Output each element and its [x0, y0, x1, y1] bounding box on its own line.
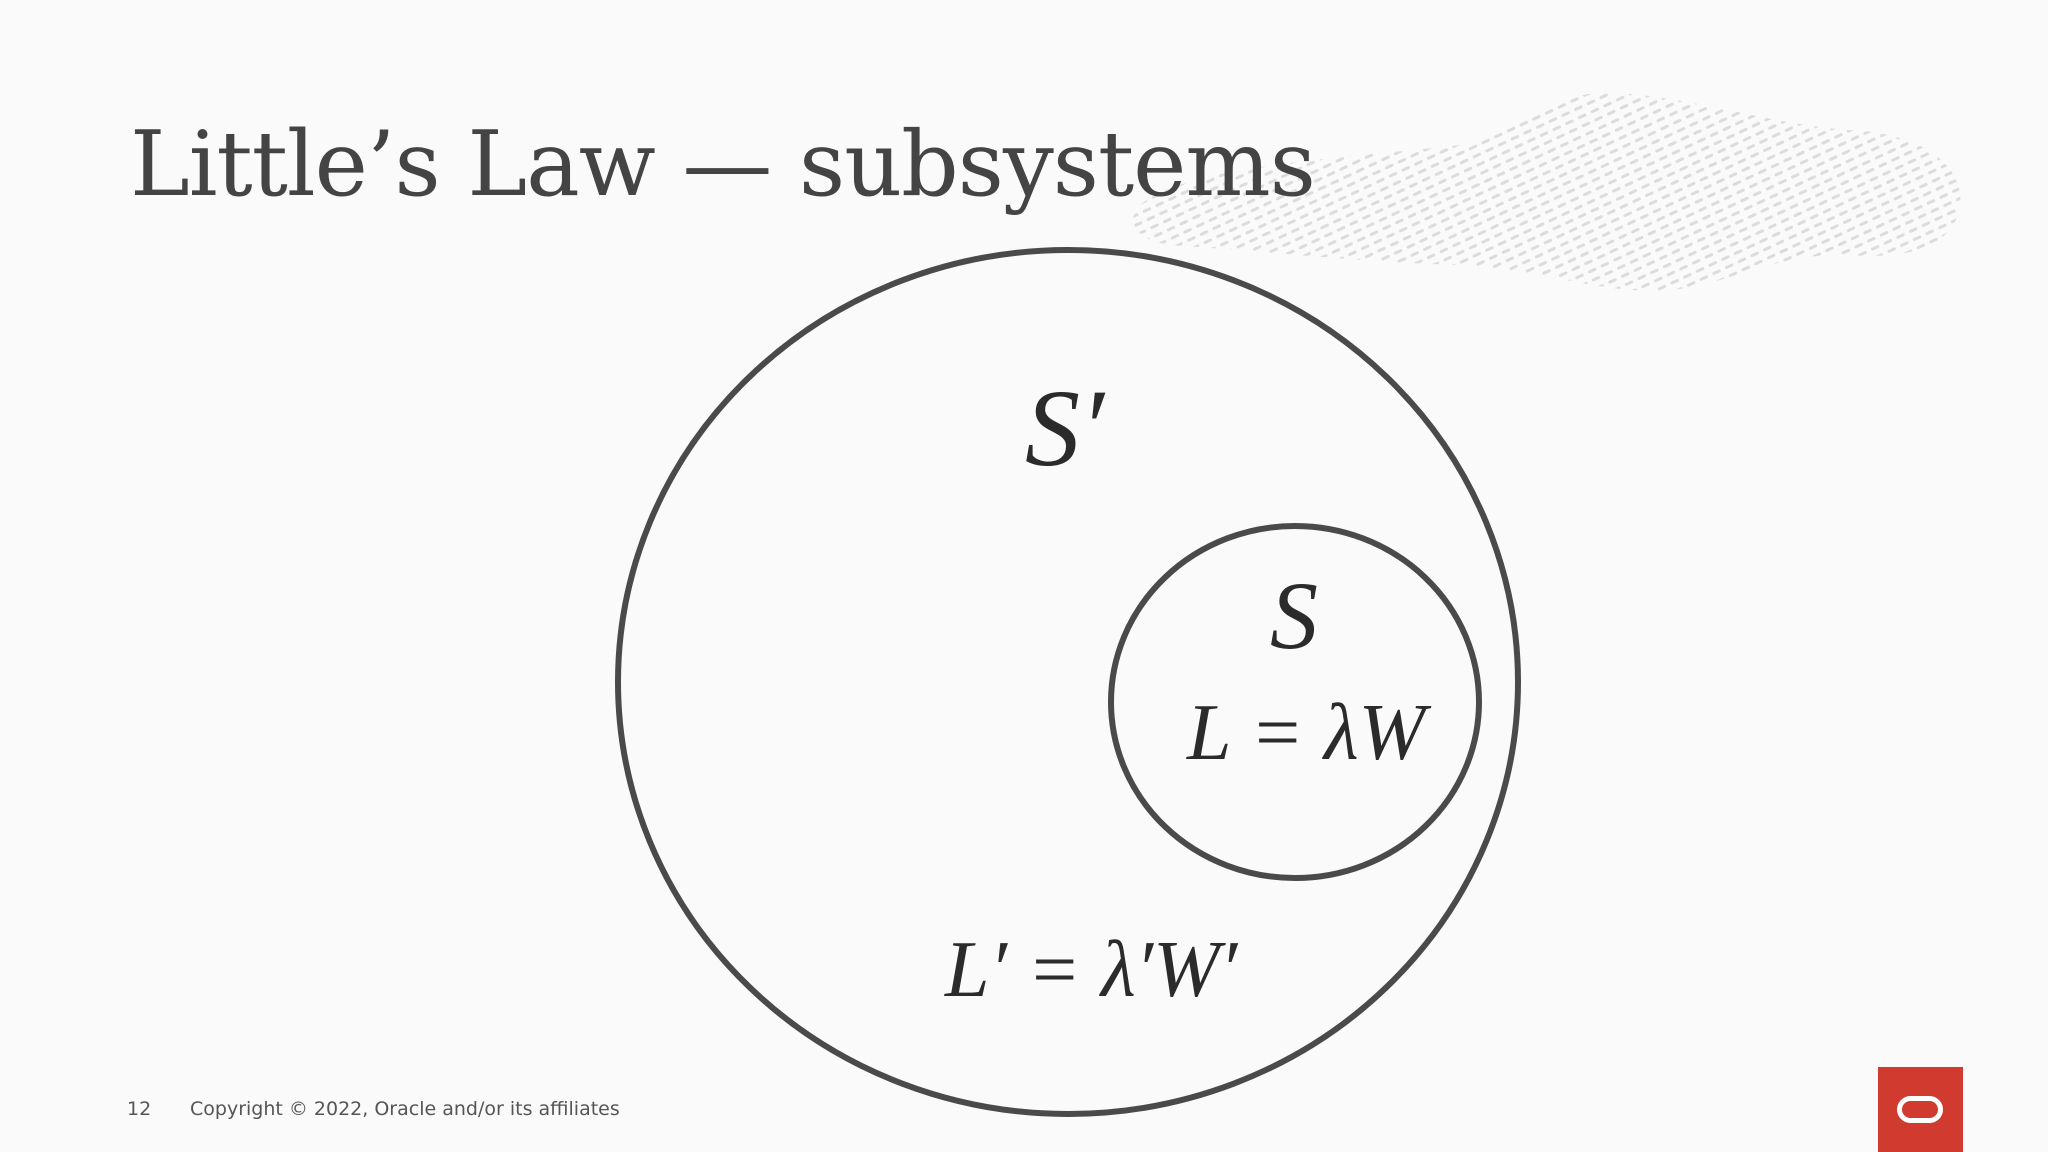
inner-equation: L = λW [1187, 689, 1426, 777]
logo-ring-icon [1897, 1096, 1943, 1123]
inner-system-label: S [1270, 562, 1318, 669]
outer-system-label: S′ [1025, 367, 1105, 489]
page-number: 12 [127, 1098, 152, 1120]
slide: Little’s Law — subsystems S′ S L = λW L′… [0, 0, 2048, 1152]
copyright-notice: Copyright © 2022, Oracle and/or its affi… [190, 1098, 620, 1120]
oracle-logo-icon [1878, 1067, 1963, 1152]
outer-equation: L′ = λ′W′ [945, 926, 1238, 1014]
